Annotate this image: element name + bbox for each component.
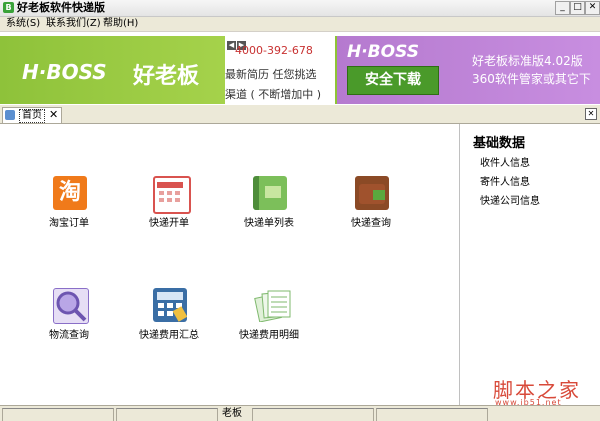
tile-logistics-query[interactable]: 物流查询 — [29, 288, 109, 354]
promo-line-1: 好老板标准版4.02版 — [472, 54, 583, 68]
tile-label: 快递单列表 — [244, 218, 294, 229]
link-sender-info[interactable]: 寄件人信息 — [480, 173, 530, 188]
tile-waybill-list[interactable]: 快递单列表 — [229, 176, 309, 242]
tile-label: 快递费用汇总 — [139, 330, 199, 341]
home-dashboard: 淘 淘宝订单 快递开单 快递单列表 快递查询 物流查询 快递费用汇总 快递费用明… — [0, 124, 458, 405]
panel-title: 基础数据 — [473, 136, 526, 151]
magnifier-icon — [53, 288, 89, 324]
tile-taobao-orders[interactable]: 淘 淘宝订单 — [29, 176, 109, 242]
status-segment-1 — [2, 408, 114, 421]
status-bar: 老板 — [0, 405, 600, 421]
tile-label: 快递开单 — [149, 218, 189, 229]
tab-home-label: 首页 — [19, 109, 45, 123]
banner-brand-area: H·BOSS 好老板 — [0, 36, 225, 104]
tile-label: 快递费用明细 — [239, 330, 299, 341]
calculator-icon — [153, 288, 188, 322]
banner-news-line-1: 最新简历 任您挑选 — [225, 68, 317, 81]
hboss-logo-right: H·BOSS — [347, 42, 419, 62]
basic-data-panel: 基础数据 收件人信息 寄件人信息 快递公司信息 — [459, 124, 600, 405]
taobao-icon: 淘 — [53, 176, 87, 210]
tile-express-query[interactable]: 快递查询 — [331, 176, 411, 242]
title-bar: B 好老板软件快递版 _ □ ✕ — [0, 0, 600, 17]
status-user: 老板 — [222, 408, 242, 419]
wallet-icon — [355, 176, 389, 210]
maximize-button[interactable]: □ — [570, 1, 585, 15]
home-page-icon — [5, 110, 15, 120]
tile-fee-summary[interactable]: 快递费用汇总 — [129, 288, 209, 354]
promo-line-2: 360软件管家或其它下 — [472, 72, 591, 86]
close-button[interactable]: ✕ — [585, 1, 600, 15]
status-segment-4 — [376, 408, 488, 421]
tile-label: 快递查询 — [351, 218, 391, 229]
safe-download-button[interactable]: 安全下载 — [347, 66, 439, 95]
calendar-icon — [153, 176, 191, 214]
menu-help[interactable]: 帮助(H) — [103, 17, 138, 30]
documents-icon — [253, 288, 291, 323]
menu-contact[interactable]: 联系我们(Z) — [46, 17, 101, 30]
banner-news-area: ◀ ▶ 4000-392-678 最新简历 任您挑选 渠道 ( 不断增加中 ) — [225, 36, 335, 104]
tile-create-waybill[interactable]: 快递开单 — [129, 176, 209, 242]
banner-news-line-2: 渠道 ( 不断增加中 ) — [225, 88, 322, 101]
banner-download-area: H·BOSS 安全下载 好老板标准版4.02版 360软件管家或其它下 — [337, 36, 600, 104]
link-courier-company-info[interactable]: 快递公司信息 — [480, 192, 540, 207]
app-window: B 好老板软件快递版 _ □ ✕ 系统(S) 联系我们(Z) 帮助(H) H·B… — [0, 0, 600, 421]
tile-label: 淘宝订单 — [49, 218, 89, 229]
brand-name: 好老板 — [133, 64, 200, 89]
menu-system[interactable]: 系统(S) — [6, 17, 40, 30]
window-title: 好老板软件快递版 — [17, 1, 105, 14]
tile-fee-detail[interactable]: 快递费用明细 — [229, 288, 309, 354]
status-segment-3 — [252, 408, 374, 421]
close-all-tabs-icon[interactable]: ✕ — [585, 108, 597, 120]
tab-strip: 首页 ✕ ✕ — [0, 105, 600, 124]
menu-bar: 系统(S) 联系我们(Z) 帮助(H) — [0, 17, 600, 32]
book-icon — [253, 176, 287, 210]
hboss-logo: H·BOSS — [22, 60, 107, 84]
tab-close-icon[interactable]: ✕ — [49, 108, 58, 121]
status-segment-2 — [116, 408, 218, 421]
minimize-button[interactable]: _ — [555, 1, 570, 15]
ad-banner[interactable]: H·BOSS 好老板 ◀ ▶ 4000-392-678 最新简历 任您挑选 渠道… — [0, 36, 600, 104]
app-icon: B — [3, 2, 14, 13]
tile-label: 物流查询 — [49, 330, 89, 341]
link-recipient-info[interactable]: 收件人信息 — [480, 154, 530, 169]
hotline-number: 4000-392-678 — [235, 44, 313, 57]
tab-home[interactable]: 首页 ✕ — [2, 107, 62, 123]
